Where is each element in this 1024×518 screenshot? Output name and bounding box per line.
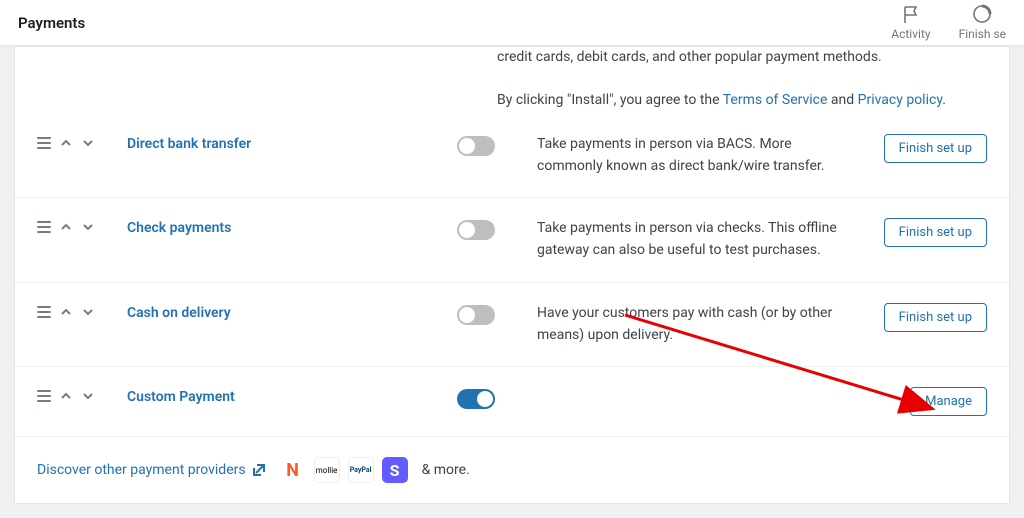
method-title-cell: Direct bank transfer [127,134,437,152]
finish-setup-button[interactable]: Finish set up [884,303,987,332]
partial-description: credit cards, debit cards, and other pop… [497,47,987,112]
move-down-icon[interactable] [81,305,95,319]
method-description: Have your customers pay with cash (or by… [537,303,857,346]
manage-button[interactable]: Manage [910,387,987,416]
drag-handle-icon[interactable] [37,306,51,318]
toggle-cell [457,303,517,325]
finish-setup-button[interactable]: Finish se [959,4,1006,41]
reorder-controls [37,303,107,319]
finish-setup-button[interactable]: Finish set up [884,218,987,247]
toggle-cell [457,387,517,409]
payment-method-row: Custom Payment Manage [15,366,1009,436]
partial-desc-text: credit cards, debit cards, and other pop… [497,49,882,65]
payment-method-row: Cash on delivery Have your customers pay… [15,282,1009,366]
finish-setup-label: Finish se [959,27,1006,41]
method-title-link[interactable]: Cash on delivery [127,305,231,321]
and-more-text: & more. [422,462,470,478]
admin-topbar: Payments Activity Finish se [0,0,1024,46]
method-title-cell: Check payments [127,218,437,236]
progress-circle-icon [972,4,992,24]
move-down-icon[interactable] [81,136,95,150]
finish-setup-button[interactable]: Finish set up [884,134,987,163]
discover-row: Discover other payment providers N molli… [15,436,1009,503]
toggle-cell [457,134,517,156]
method-title-cell: Custom Payment [127,387,437,405]
activity-button[interactable]: Activity [891,4,930,41]
install-agree-prefix: By clicking "Install", you agree to the [497,92,723,108]
drag-handle-icon[interactable] [37,390,51,402]
drag-handle-icon[interactable] [37,137,51,149]
partial-top-row: credit cards, debit cards, and other pop… [15,47,1009,134]
action-cell: Finish set up [877,218,987,247]
payment-methods-panel: credit cards, debit cards, and other pop… [14,46,1010,504]
flag-icon [901,4,921,24]
provider-icons: N mollie PayPal S [280,457,408,483]
enable-toggle[interactable] [457,136,495,156]
method-description: Take payments in person via BACS. More c… [537,134,857,177]
discover-providers-link[interactable]: Discover other payment providers [37,462,266,478]
payment-method-row: Check payments Take payments in person v… [15,197,1009,281]
payment-method-row: Direct bank transfer Take payments in pe… [15,134,1009,197]
provider-icon-mollie: mollie [314,457,340,483]
action-cell: Finish set up [877,134,987,163]
toggle-cell [457,218,517,240]
method-description: Take payments in person via checks. This… [537,218,857,261]
provider-icon-paypal: PayPal [348,457,374,483]
provider-icon-stripe: S [382,457,408,483]
method-title-link[interactable]: Check payments [127,220,231,236]
period: . [942,92,946,108]
move-up-icon[interactable] [59,220,73,234]
move-down-icon[interactable] [81,220,95,234]
move-up-icon[interactable] [59,389,73,403]
terms-of-service-link[interactable]: Terms of Service [723,92,828,108]
discover-link-text: Discover other payment providers [37,462,246,478]
move-down-icon[interactable] [81,389,95,403]
move-up-icon[interactable] [59,305,73,319]
topbar-actions: Activity Finish se [891,4,1006,41]
enable-toggle[interactable] [457,305,495,325]
enable-toggle[interactable] [457,220,495,240]
and-text: and [831,92,858,108]
method-title-link[interactable]: Direct bank transfer [127,136,251,152]
external-link-icon [252,463,266,477]
move-up-icon[interactable] [59,136,73,150]
reorder-controls [37,134,107,150]
drag-handle-icon[interactable] [37,221,51,233]
action-cell: Finish set up [877,303,987,332]
reorder-controls [37,387,107,403]
action-cell: Manage [877,387,987,416]
privacy-policy-link[interactable]: Privacy policy [858,92,943,108]
provider-icon-n: N [280,457,306,483]
enable-toggle[interactable] [457,389,495,409]
method-title-link[interactable]: Custom Payment [127,389,235,405]
page-title: Payments [18,14,85,32]
reorder-controls [37,218,107,234]
activity-label: Activity [891,27,930,41]
method-title-cell: Cash on delivery [127,303,437,321]
